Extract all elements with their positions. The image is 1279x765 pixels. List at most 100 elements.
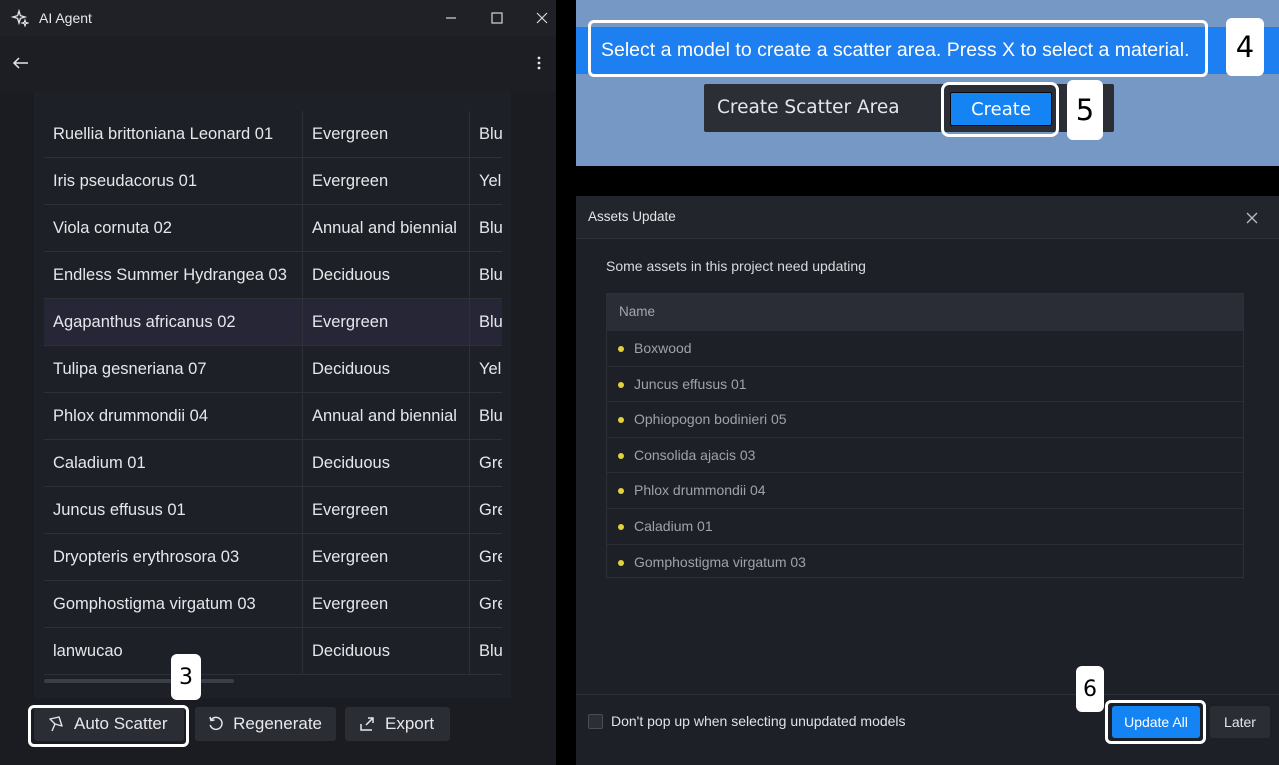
table-cell-type: Annual and biennial — [303, 205, 470, 252]
table-cell-name: Viola cornuta 02 — [44, 205, 303, 252]
table-row[interactable]: Viola cornuta 02 Annual and biennial Blu — [44, 205, 502, 252]
table-cell-color: Gre — [479, 595, 502, 613]
table-row[interactable]: Gomphostigma virgatum 03 Evergreen Gre — [44, 581, 502, 628]
table-row[interactable]: Agapanthus africanus 02 Evergreen Blu — [44, 299, 502, 346]
minimize-icon[interactable] — [428, 0, 474, 36]
asset-list: Name Boxwood Juncus effusus 01 Ophiopogon … — [606, 293, 1244, 578]
asset-name: Juncus effusus 01 — [634, 375, 747, 392]
table-cell-color: Yel — [479, 360, 502, 378]
table-cell-name: Phlox drummondii 04 — [44, 393, 303, 440]
table-cell-color: Blu — [479, 125, 502, 143]
footer-divider — [576, 694, 1279, 695]
asset-name: Caladium 01 — [634, 518, 713, 534]
refresh-icon — [207, 714, 225, 734]
dialog-title: Assets Update — [588, 209, 676, 224]
close-icon[interactable] — [519, 0, 556, 36]
table-cell-type: Deciduous — [303, 440, 470, 487]
update-all-button[interactable]: Update All — [1112, 706, 1200, 738]
asset-name: Boxwood — [634, 340, 692, 356]
table-cell-color: Yel — [479, 172, 502, 190]
status-dot-icon — [618, 524, 624, 530]
dont-pop-up-label: Don't pop up when selecting unupdated mo… — [611, 713, 906, 729]
table-row[interactable]: Phlox drummondii 04 Annual and biennial Bl… — [44, 393, 502, 440]
later-button[interactable]: Later — [1210, 706, 1270, 738]
scatter-area-label: Create Scatter Area — [717, 97, 900, 118]
table-row[interactable]: Ruellia brittoniana Leonard 01 Evergreen B… — [44, 111, 502, 158]
horizontal-scrollbar[interactable] — [44, 679, 234, 683]
table-cell-color: Gre — [479, 501, 502, 519]
table-row[interactable]: Endless Summer Hydrangea 03 Deciduous Blu — [44, 252, 502, 299]
table-cell-name: Gomphostigma virgatum 03 — [44, 581, 303, 628]
create-button[interactable]: Create — [950, 92, 1052, 126]
title-bar: AI Agent — [0, 0, 556, 36]
table-row[interactable]: Iris pseudacorus 01 Evergreen Yel — [44, 158, 502, 205]
status-dot-icon — [618, 417, 624, 424]
scatter-brush-icon — [46, 714, 66, 734]
table-row[interactable]: Caladium 01 Deciduous Gre — [44, 440, 502, 487]
status-dot-icon — [618, 559, 624, 566]
sparkle-icon — [11, 9, 29, 27]
table-cell-name: Endless Summer Hydrangea 03 — [44, 252, 303, 299]
table-cell-color: Blu — [479, 266, 502, 284]
table-row[interactable]: lanwucao Deciduous Blu — [44, 628, 502, 675]
table-cell-color: Blu — [479, 219, 502, 237]
asset-name: Ophiopogon bodinieri 05 — [634, 411, 787, 428]
list-item[interactable]: Consolida ajacis 03 — [607, 436, 1243, 473]
table-cell-name: Iris pseudacorus 01 — [44, 158, 303, 205]
table-cell-name: Agapanthus africanus 02 — [44, 299, 303, 346]
table-cell-name: Juncus effusus 01 — [44, 487, 303, 534]
dialog-message: Some assets in this project need updatin… — [606, 258, 866, 274]
more-options-icon[interactable] — [526, 50, 552, 76]
export-button[interactable]: Export — [345, 707, 450, 741]
table-cell-name: Ruellia brittoniana Leonard 01 — [44, 111, 303, 158]
instruction-text: Select a model to create a scatter area.… — [601, 39, 1190, 61]
dont-pop-up-checkbox[interactable] — [588, 714, 603, 729]
table-row[interactable]: Tulipa gesneriana 07 Deciduous Yel — [44, 346, 502, 393]
ai-agent-panel: AI Agent Ruellia brittoniana Leonard 01 E… — [0, 0, 556, 765]
close-icon[interactable] — [1240, 206, 1264, 230]
list-item[interactable]: Ophiopogon bodinieri 05 — [607, 401, 1243, 437]
table-cell-type: Evergreen — [303, 158, 470, 205]
table-row[interactable]: Juncus effusus 01 Evergreen Gre — [44, 487, 502, 534]
asset-name: Phlox drummondii 04 — [634, 482, 766, 499]
scatter-area-toolbar: Select a model to create a scatter area.… — [576, 0, 1279, 166]
plant-table: Ruellia brittoniana Leonard 01 Evergreen B… — [34, 92, 511, 698]
regenerate-button[interactable]: Regenerate — [195, 707, 336, 741]
auto-scatter-button[interactable]: Auto Scatter — [34, 707, 184, 741]
export-label: Export — [385, 714, 435, 733]
navigation-bar — [0, 36, 556, 92]
back-arrow-icon[interactable] — [8, 50, 34, 76]
table-row[interactable]: Dryopteris erythrosora 03 Evergreen Gre — [44, 534, 502, 581]
table-cell-type: Deciduous — [303, 346, 470, 393]
list-item[interactable]: Caladium 01 — [607, 508, 1243, 544]
table-cell-color: Gre — [479, 454, 502, 472]
asset-list-header: Name — [607, 294, 1243, 330]
list-item[interactable]: Juncus effusus 01 — [607, 365, 1243, 402]
asset-name: Consolida ajacis 03 — [634, 446, 756, 463]
table-cell-color: Blu — [479, 642, 502, 660]
table-cell-name: Caladium 01 — [44, 440, 303, 487]
table-cell-type: Deciduous — [303, 252, 470, 299]
table-cell-type: Evergreen — [303, 581, 470, 628]
list-item[interactable]: Phlox drummondii 04 — [607, 472, 1243, 508]
step-3-badge: 3 — [171, 654, 201, 700]
table-cell-type: Annual and biennial — [303, 393, 470, 440]
status-dot-icon — [618, 488, 624, 495]
table-cell-type: Evergreen — [303, 534, 470, 581]
dialog-header: Assets Update — [576, 196, 1279, 239]
list-item[interactable]: Gomphostigma virgatum 03 — [607, 543, 1243, 580]
maximize-icon[interactable] — [474, 0, 520, 36]
step-4-badge: 4 — [1226, 18, 1264, 76]
table-cell-name: Dryopteris erythrosora 03 — [44, 534, 303, 581]
status-dot-icon — [618, 452, 624, 459]
table-cell-color: Blu — [479, 313, 502, 331]
asset-name: Gomphostigma virgatum 03 — [634, 553, 806, 570]
table-cell-type: Evergreen — [303, 487, 470, 534]
table-header — [34, 92, 511, 110]
list-item[interactable]: Boxwood — [607, 330, 1243, 366]
window-title: AI Agent — [39, 10, 92, 26]
table-cell-type: Deciduous — [303, 628, 470, 675]
table-cell-name: Tulipa gesneriana 07 — [44, 346, 303, 393]
column-header-name: Name — [619, 304, 656, 319]
table-cell-type: Evergreen — [303, 299, 470, 346]
